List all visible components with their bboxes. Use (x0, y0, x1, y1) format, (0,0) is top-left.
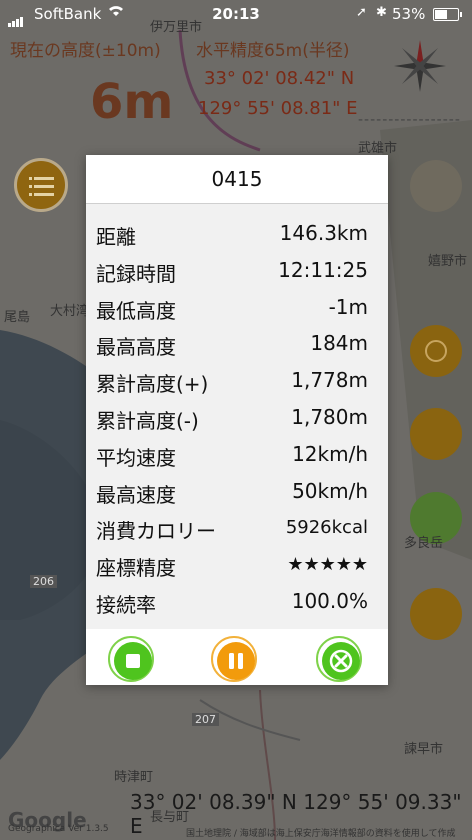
map-label-omura: 大村湾 (50, 304, 90, 319)
status-bar: SoftBank 20:13 ➚ ✱ 53% (0, 0, 472, 28)
stat-row-calories: 消費カロリー 5926kcal (86, 510, 388, 547)
dialog-button-bar (86, 629, 388, 685)
close-icon (329, 649, 353, 673)
locate-button[interactable] (410, 325, 462, 377)
battery-icon (433, 8, 462, 21)
stat-label: 平均速度 (96, 445, 176, 470)
stat-row-descent: 累計高度(-) 1,780m (86, 400, 388, 437)
record-button[interactable] (410, 588, 462, 640)
stat-row-avg-speed: 平均速度 12km/h (86, 437, 388, 474)
stat-row-ascent: 累計高度(+) 1,778m (86, 363, 388, 400)
stat-value: 1,778m (291, 368, 368, 393)
map-label-isahaya: 諫早市 (404, 742, 444, 757)
stat-value: 184m (310, 331, 368, 356)
latitude-value: 33° 02' 08.42" N (204, 68, 355, 89)
stat-value: 12:11:25 (278, 257, 368, 282)
stat-value: 5926kcal (285, 517, 368, 539)
stat-label: 最低高度 (96, 298, 176, 323)
map-label-togitsu: 時津町 (114, 770, 154, 785)
stat-row-max-speed: 最高速度 50km/h (86, 474, 388, 511)
close-button[interactable] (316, 636, 362, 682)
stat-label: 累計高度(-) (96, 408, 199, 433)
accuracy-label: 水平精度65m(半径) (196, 41, 350, 61)
stat-row-connection: 接続率 100.0% (86, 584, 388, 621)
accuracy-dashes: ----------------- (358, 112, 461, 128)
map-label-ureshino: 嬉野市 (428, 254, 468, 269)
track-summary-dialog: 0415 距離 146.3km 記録時間 12:11:25 最低高度 -1m 最… (86, 155, 388, 685)
route-206-badge: 206 (30, 575, 57, 588)
map-credit: 国土地理院 / 海域部は海上保安庁海洋情報部の資料を使用して作成 (186, 829, 456, 839)
stat-value: 1,780m (291, 404, 368, 429)
bluetooth-icon: ✱ (376, 5, 387, 20)
stat-value: 12km/h (292, 441, 368, 466)
stat-label: 消費カロリー (96, 519, 216, 544)
version-label: Geographica Ver 1.3.5 (8, 824, 109, 834)
stat-label: 記録時間 (96, 261, 176, 286)
stat-row-min-altitude: 最低高度 -1m (86, 290, 388, 327)
stat-value: -1m (328, 294, 368, 319)
stop-icon (126, 654, 140, 668)
stat-value: 50km/h (292, 478, 368, 503)
stat-label: 座標精度 (96, 556, 176, 581)
pause-icon (229, 653, 243, 669)
accuracy-stars: ★★★★★ (287, 554, 368, 576)
stat-label: 累計高度(+) (96, 372, 209, 397)
location-arrow-icon: ➚ (356, 5, 367, 20)
map-label-tarami: 多良岳 (404, 536, 444, 551)
stat-value: 146.3km (279, 221, 368, 245)
altitude-label: 現在の高度(±10m) (10, 41, 161, 61)
map-pin-button[interactable] (410, 408, 462, 460)
stat-value: 100.0% (291, 588, 368, 613)
stats-list: 距離 146.3km 記録時間 12:11:25 最低高度 -1m 最高高度 1… (86, 204, 388, 621)
map-label-takeo: 武雄市 (358, 141, 398, 156)
stop-button[interactable] (108, 636, 154, 682)
menu-button[interactable] (14, 158, 68, 212)
longitude-value: 129° 55' 08.81" E (198, 98, 358, 119)
stat-row-duration: 記録時間 12:11:25 (86, 253, 388, 290)
stat-row-accuracy: 座標精度 ★★★★★ (86, 547, 388, 584)
route-207-badge: 207 (192, 713, 219, 726)
stat-row-max-altitude: 最高高度 184m (86, 326, 388, 363)
battery-percentage: 53% (392, 5, 426, 23)
side-button-1[interactable] (410, 160, 462, 212)
compass-icon[interactable] (390, 36, 450, 96)
stat-label: 接続率 (96, 592, 156, 617)
pause-button[interactable] (211, 636, 257, 682)
stat-row-distance: 距離 146.3km (86, 216, 388, 253)
stat-label: 最高速度 (96, 482, 176, 507)
altitude-value: 6m (90, 74, 174, 130)
stat-label: 距離 (96, 225, 136, 249)
dialog-title: 0415 (86, 155, 388, 204)
stat-label: 最高高度 (96, 335, 176, 360)
map-label-oseto: 尾島 (4, 310, 31, 325)
